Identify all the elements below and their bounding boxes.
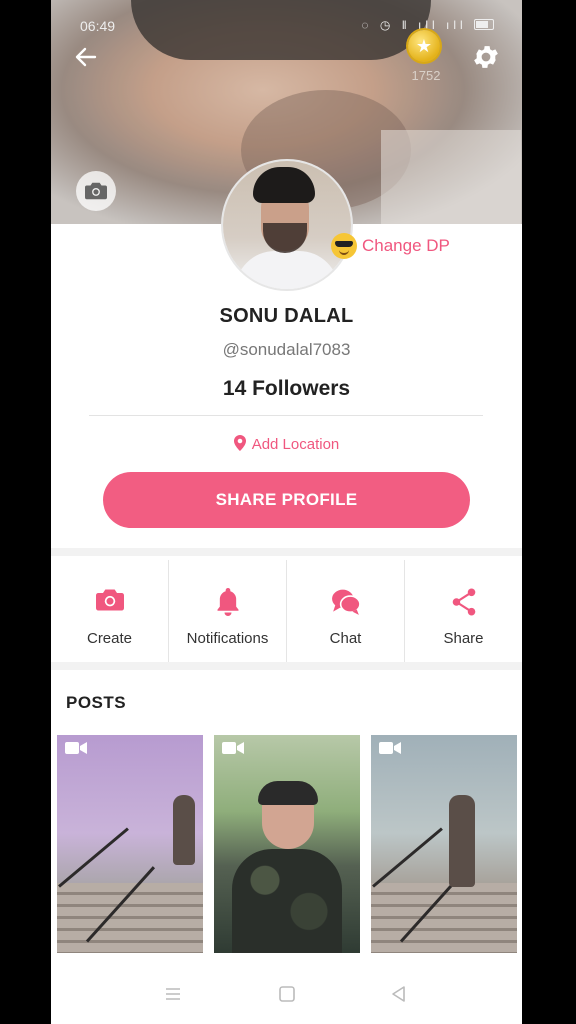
- status-bar: 06:49 ◌ ◷ ‖ ıll ıll: [51, 14, 522, 38]
- notifications-button[interactable]: Notifications: [168, 560, 286, 662]
- posts-grid: [57, 735, 517, 953]
- camera-icon: [95, 589, 124, 611]
- create-button[interactable]: Create: [51, 560, 168, 662]
- settings-gear-icon[interactable]: [471, 42, 501, 72]
- profile-name: SONU DALAL: [219, 305, 354, 327]
- location-pin-icon: [233, 435, 246, 451]
- home-square-icon[interactable]: [275, 982, 299, 1006]
- video-camera-icon: [379, 742, 401, 754]
- change-dp-button[interactable]: Change DP: [331, 233, 450, 259]
- post-thumbnail[interactable]: [57, 735, 203, 953]
- share-label: Share: [443, 630, 484, 647]
- share-icon: [452, 588, 475, 616]
- sunglasses-emoji-icon: [331, 233, 357, 259]
- chat-button[interactable]: Chat: [286, 560, 404, 662]
- chat-bubbles-icon: [331, 589, 361, 615]
- post-thumbnail[interactable]: [371, 735, 517, 953]
- section-separator: [51, 662, 522, 670]
- profile-username: @sonudalal7083: [222, 340, 351, 359]
- system-navigation-bar: [51, 962, 522, 1024]
- divider: [89, 415, 483, 416]
- action-bar: Create Notifications Chat Share: [51, 560, 522, 662]
- profile-avatar[interactable]: [221, 159, 353, 291]
- status-time: 06:49: [80, 18, 116, 34]
- back-arrow-icon[interactable]: [73, 44, 103, 74]
- video-camera-icon: [222, 742, 244, 754]
- followers-count[interactable]: 14 Followers: [51, 377, 522, 401]
- change-dp-label: Change DP: [362, 236, 450, 255]
- bell-icon: [217, 588, 238, 616]
- profile-screen: 06:49 ◌ ◷ ‖ ıll ıll ★ 1752 Change DP SON…: [51, 0, 522, 1024]
- video-camera-icon: [65, 742, 87, 754]
- section-separator: [51, 548, 522, 556]
- change-cover-camera-icon[interactable]: [76, 171, 116, 211]
- coin-count: 1752: [411, 68, 441, 83]
- add-location-link[interactable]: Add Location: [51, 435, 522, 453]
- posts-heading: POSTS: [66, 693, 127, 712]
- coin-icon[interactable]: ★: [408, 30, 440, 62]
- add-location-label: Add Location: [251, 436, 340, 453]
- create-label: Create: [86, 630, 133, 647]
- notifications-label: Notifications: [186, 630, 269, 647]
- battery-icon: [474, 19, 494, 30]
- share-profile-button[interactable]: SHARE PROFILE: [103, 472, 470, 528]
- chat-label: Chat: [329, 630, 362, 647]
- menu-icon[interactable]: [161, 982, 185, 1006]
- share-button[interactable]: Share: [404, 560, 522, 662]
- back-triangle-icon[interactable]: [387, 982, 411, 1006]
- post-thumbnail[interactable]: [214, 735, 360, 953]
